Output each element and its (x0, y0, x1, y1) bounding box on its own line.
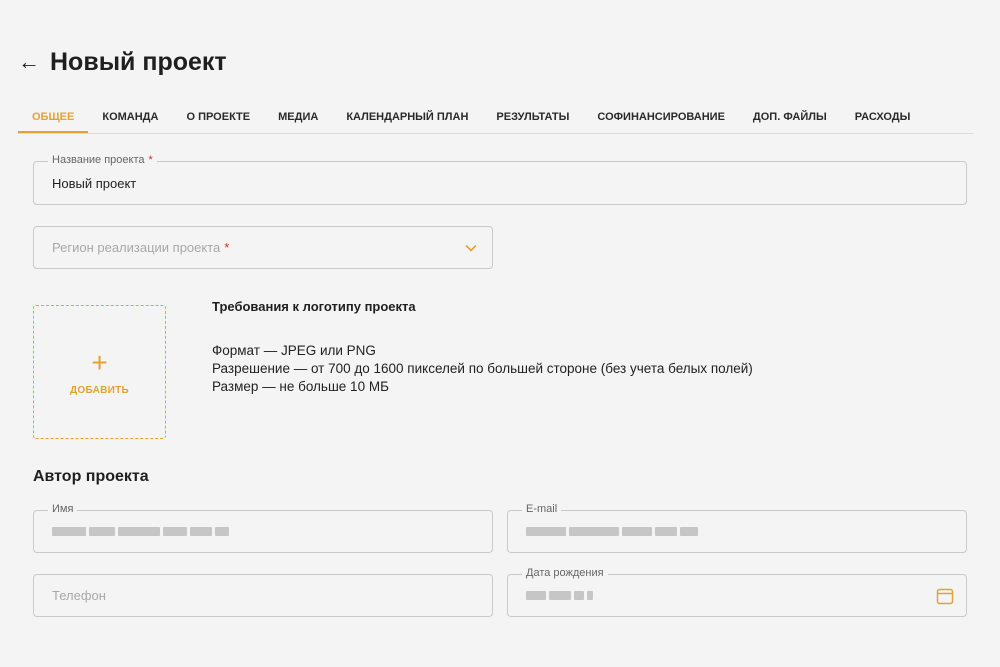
author-birth-date-value-blurred (526, 575, 593, 616)
author-phone-placeholder: Телефон (52, 588, 106, 603)
logo-requirements-title: Требования к логотипу проекта (212, 299, 416, 314)
author-phone-field[interactable]: Телефон (33, 574, 493, 617)
tab-team[interactable]: Команда (88, 101, 172, 133)
plus-icon: + (91, 346, 108, 378)
author-name-value-blurred (52, 511, 229, 552)
tab-extra-files[interactable]: Доп. файлы (739, 101, 841, 133)
required-mark: * (148, 154, 153, 166)
required-mark: * (224, 240, 230, 255)
logo-requirements-list: Формат — JPEG или PNG Разрешение — от 70… (212, 342, 753, 396)
project-name-value: Новый проект (52, 175, 137, 191)
author-name-field[interactable]: Имя (33, 503, 493, 553)
project-name-field[interactable]: Название проекта * Новый проект (33, 154, 967, 205)
chevron-down-icon[interactable] (464, 241, 478, 255)
region-select[interactable]: Регион реализации проекта * (33, 226, 493, 269)
author-email-field[interactable]: E-mail (507, 503, 967, 553)
logo-upload-dropzone[interactable]: + ДОБАВИТЬ (33, 305, 166, 439)
tab-media[interactable]: Медиа (264, 101, 332, 133)
page-header: ← Новый проект (18, 44, 227, 80)
requirement-size: Размер — не больше 10 МБ (212, 379, 389, 394)
author-section-title: Автор проекта (33, 468, 149, 485)
tab-expenses[interactable]: Расходы (841, 101, 925, 133)
tab-bar: Общее Команда О проекте Медиа Календарны… (18, 101, 973, 134)
requirement-resolution: Разрешение — от 700 до 1600 пикселей по … (212, 361, 753, 376)
author-birth-date-field[interactable]: Дата рождения (507, 567, 967, 617)
tab-cofinancing[interactable]: Софинансирование (583, 101, 738, 133)
author-email-value-blurred (526, 511, 698, 552)
page-title: Новый проект (50, 48, 227, 76)
tab-general[interactable]: Общее (18, 101, 89, 133)
tab-about[interactable]: О проекте (172, 101, 264, 133)
tab-calendar-plan[interactable]: Календарный план (332, 101, 482, 133)
tab-results[interactable]: Результаты (482, 101, 583, 133)
region-placeholder: Регион реализации проекта * (52, 240, 230, 255)
requirement-format: Формат — JPEG или PNG (212, 343, 376, 358)
calendar-icon[interactable] (936, 587, 954, 605)
add-logo-label: ДОБАВИТЬ (69, 384, 130, 396)
back-arrow-icon[interactable]: ← (18, 44, 40, 80)
